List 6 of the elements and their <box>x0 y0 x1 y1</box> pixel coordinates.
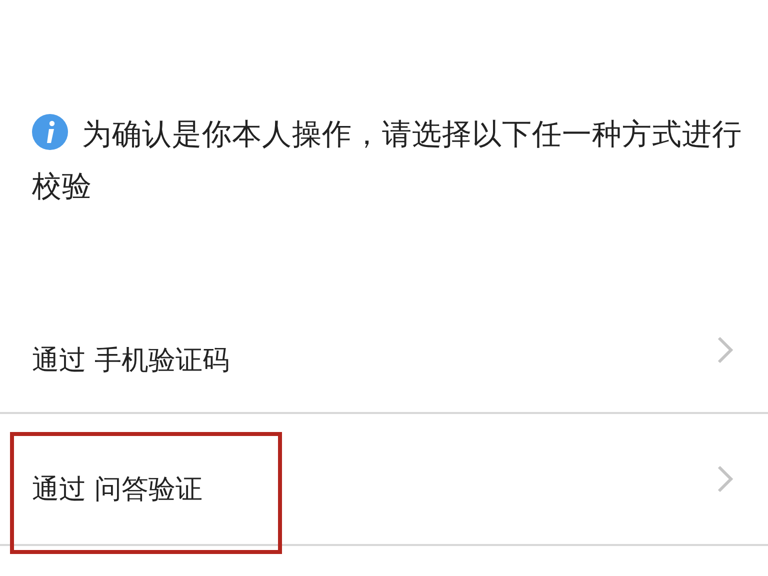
verification-option[interactable]: 通过 手机验证码 <box>0 288 768 414</box>
notice-text: 为确认是你本人操作，请选择以下任一种方式进行校验 <box>0 108 768 212</box>
chevron-right-icon <box>716 335 734 365</box>
verification-option[interactable]: 通过 问答验证 <box>0 414 768 546</box>
chevron-right-icon <box>716 464 734 494</box>
info-icon <box>32 114 68 150</box>
